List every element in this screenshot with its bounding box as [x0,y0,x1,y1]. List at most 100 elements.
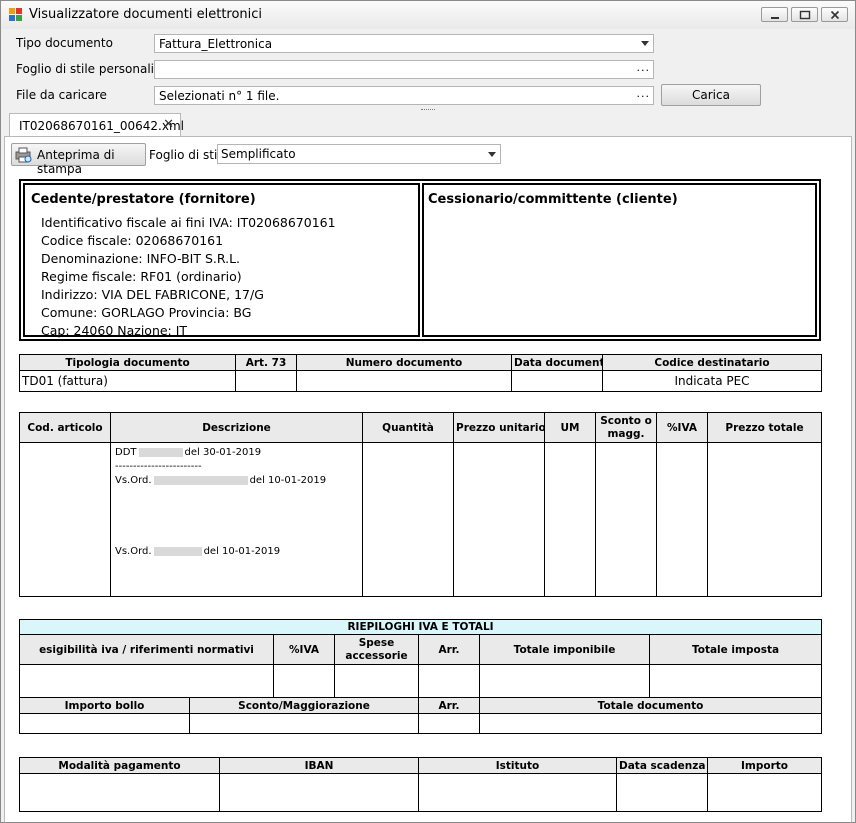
parties-section: Cedente/prestatore (fornitore) Identific… [19,179,821,341]
maximize-icon [799,10,811,20]
cedente-line: Cap: 24060 Nazione: IT [41,323,188,338]
carica-button[interactable]: Carica [661,84,761,106]
main-window: Visualizzatore documenti elettronici Tip… [0,0,856,823]
table-header: Descrizione [110,412,363,443]
cedente-title: Cedente/prestatore (fornitore) [31,192,256,207]
table-cell [707,442,822,597]
cedente-line: Codice fiscale: 02068670161 [41,233,224,248]
description-cell: DDT del 30-01-2019 ----------------------… [110,442,363,597]
redacted-block [153,546,202,556]
print-preview-label: Anteprima di stampa [37,148,115,176]
riepilogo-table: RIEPILOGHI IVA E TOTALI esigibilità iva … [18,619,823,734]
desc-line-ddt: DDT del 30-01-2019 [115,447,262,458]
minimize-button[interactable] [761,7,788,22]
table-header: Importo [707,757,822,774]
cedente-line: Comune: GORLAGO Provincia: BG [41,305,252,320]
tipo-documento-value: Fattura_Elettronica [159,37,273,51]
table-header: Numero documento [296,354,512,371]
table-row [19,713,823,734]
desc-separator: ------------------------ [115,461,202,472]
tab-label: IT02068670161_00642.xml [19,119,184,133]
table-cell [296,370,512,392]
table-header: Codice destinatario [602,354,822,371]
redacted-block [153,475,248,485]
table-cell [511,370,603,392]
table-cell [453,442,545,597]
table-header: Data scadenza [616,757,708,774]
cedente-line: Regime fiscale: RF01 (ordinario) [41,269,242,284]
tipo-documento-select[interactable]: Fattura_Elettronica [154,34,654,53]
table-cell [19,442,111,597]
table-header: Istituto [418,757,617,774]
table-cell [235,370,297,392]
cedente-line: Denominazione: INFO-BIT S.R.L. [41,251,241,266]
close-button[interactable] [821,7,848,22]
close-icon [830,10,840,20]
cedente-line: Identificativo fiscale ai fini IVA: IT02… [41,215,336,230]
chevron-down-icon [488,152,496,157]
table-header: Sconto o magg. [595,412,657,443]
redacted-block [138,447,183,457]
table-header: Spese accessorie [334,634,419,665]
app-icon [9,8,23,22]
table-header: Sconto/Maggiorazione [189,697,419,714]
table-cell [595,442,657,597]
foglio-stile-input[interactable]: ... [154,60,654,79]
table-header: esigibilità iva / riferimenti normativi [19,634,274,665]
tab-document[interactable]: IT02068670161_00642.xml ✕ [9,113,184,137]
desc-line-ord: Vs.Ord. del 10-01-2019 [115,475,327,486]
table-header: Modalità pagamento [19,757,220,774]
table-header: Quantità [362,412,454,443]
table-row: TD01 (fattura) Indicata PEC [19,370,822,392]
print-preview-button[interactable]: Anteprima di stampa [11,143,146,176]
righe-table: Cod. articolo Descrizione Quantità Prezz… [19,412,822,597]
splitter-handle[interactable] [421,109,435,111]
foglio-stile-browse[interactable]: ... [637,61,651,74]
invoice-document: Cedente/prestatore (fornitore) Identific… [18,179,823,819]
table-header: Totale documento [478,697,823,714]
table-header: Art. 73 [235,354,297,371]
tab-strip: IT02068670161_00642.xml ✕ [1,113,855,137]
table-row: DDT del 30-01-2019 ----------------------… [19,442,822,597]
title-bar[interactable]: Visualizzatore documenti elettronici [1,1,855,29]
table-cell: TD01 (fattura) [19,370,236,392]
file-label: File da caricare [16,88,107,102]
pagamento-table: Modalità pagamento IBAN Istituto Data sc… [19,757,822,812]
cedente-box: Cedente/prestatore (fornitore) Identific… [23,183,420,338]
close-icon[interactable]: ✕ [163,117,174,132]
table-header: Arr. [418,634,480,665]
desc-line-ord-2: Vs.Ord. del 10-01-2019 [115,546,281,557]
table-header: Arr. [418,697,480,714]
table-header: %IVA [273,634,335,665]
tipo-documento-label: Tipo documento [16,36,113,50]
table-row [19,773,822,812]
maximize-button[interactable] [791,7,818,22]
riepilogo-title: RIEPILOGHI IVA E TOTALI [18,619,823,635]
table-cell: Indicata PEC [602,370,822,392]
table-header: IBAN [219,757,419,774]
stylesheet-select[interactable]: Semplificato [217,144,501,164]
cedente-line: Indirizzo: VIA DEL FABRICONE, 17/G [41,287,264,302]
table-header: Cod. articolo [19,412,111,443]
minimize-icon [771,17,779,19]
chevron-down-icon [641,41,649,46]
table-header: UM [544,412,596,443]
window-title: Visualizzatore documenti elettronici [29,7,263,22]
table-header: %IVA [656,412,708,443]
table-header: Prezzo unitario [453,412,545,443]
table-header: Totale imponibile [479,634,650,665]
table-header: Prezzo totale [707,412,822,443]
cessionario-title: Cessionario/committente (cliente) [428,192,678,207]
file-input[interactable]: Selezionati n° 1 file. ... [154,86,654,105]
table-header: Tipologia documento [19,354,236,371]
table-cell [362,442,454,597]
stylesheet-value: Semplificato [221,147,296,161]
file-value: Selezionati n° 1 file. [159,89,280,103]
tab-page: Anteprima di stampa Foglio di stile Semp… [4,136,852,822]
table-header: Totale imposta [648,634,823,665]
documento-table: Tipologia documento Art. 73 Numero docum… [19,354,822,392]
table-header: Data documento [511,354,603,371]
table-row [19,664,823,698]
file-browse[interactable]: ... [637,87,651,100]
table-cell [656,442,708,597]
